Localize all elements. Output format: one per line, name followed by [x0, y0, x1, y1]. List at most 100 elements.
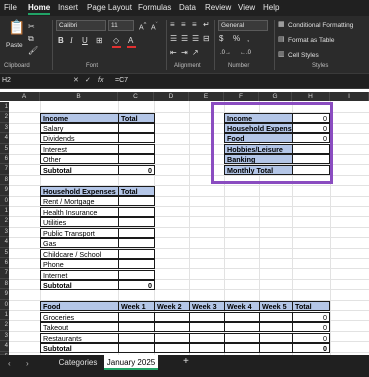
cell[interactable]: Subtotal — [40, 343, 119, 354]
cell[interactable]: Week 3 — [189, 301, 225, 312]
increase-decimal-icon[interactable]: .0→ — [220, 48, 231, 58]
cell[interactable]: Week 2 — [154, 301, 190, 312]
cell[interactable]: Takeout — [40, 322, 119, 333]
cell[interactable]: Total — [118, 113, 155, 124]
row-header[interactable]: 2 — [0, 320, 9, 331]
align-left-icon[interactable]: ☰ — [170, 34, 177, 44]
font-name-select[interactable]: Calibri — [56, 20, 106, 31]
increase-font-icon[interactable]: A^ — [139, 20, 146, 33]
menu-tab-data[interactable]: Data — [179, 3, 196, 12]
cell[interactable]: Income — [224, 113, 293, 124]
cell[interactable]: Week 4 — [224, 301, 260, 312]
column-header-e[interactable]: E — [189, 92, 224, 101]
format-as-table-button[interactable]: Format as Table — [288, 37, 334, 44]
cell[interactable]: Household Expenses — [40, 186, 119, 197]
cell[interactable]: 0 — [292, 133, 330, 144]
cell[interactable] — [259, 322, 293, 333]
enter-icon[interactable]: ✓ — [85, 75, 91, 87]
cell[interactable]: Household Expenses — [224, 123, 293, 134]
row-header[interactable]: 4 — [0, 133, 9, 144]
row-header[interactable]: 8 — [0, 278, 9, 290]
cell[interactable]: Week 1 — [118, 301, 155, 312]
insert-function-icon[interactable]: fx — [98, 75, 103, 87]
font-size-select[interactable]: 11 — [108, 20, 134, 31]
row-header[interactable]: 1 — [0, 310, 9, 321]
cell[interactable] — [118, 238, 155, 249]
cell[interactable] — [189, 322, 225, 333]
cell[interactable] — [118, 322, 155, 333]
row-header[interactable]: 3 — [0, 330, 9, 342]
cell[interactable] — [118, 343, 155, 354]
column-header-h[interactable]: H — [292, 92, 330, 101]
cell[interactable] — [154, 333, 190, 344]
cell[interactable] — [118, 123, 155, 134]
row-header[interactable]: 4 — [0, 341, 9, 352]
number-format-select[interactable]: General — [218, 20, 268, 31]
menu-tab-file[interactable]: File — [4, 3, 17, 12]
cell[interactable]: Health Insurance — [40, 207, 119, 218]
cell[interactable]: Phone — [40, 259, 119, 270]
cell[interactable] — [259, 333, 293, 344]
cell[interactable] — [189, 343, 225, 354]
cell[interactable] — [224, 333, 260, 344]
format-painter-icon[interactable]: 🖌 — [28, 46, 38, 56]
scroll-tabs-left-icon[interactable]: ‹ — [8, 359, 11, 368]
menu-tab-review[interactable]: Review — [205, 3, 231, 12]
menu-tab-help[interactable]: Help — [263, 3, 279, 12]
column-header-f[interactable]: F — [224, 92, 259, 101]
cell[interactable]: Subtotal — [40, 280, 119, 291]
cell[interactable]: Restaurants — [40, 333, 119, 344]
align-middle-icon[interactable]: ≡ — [181, 20, 186, 30]
align-right-icon[interactable]: ☰ — [192, 34, 199, 44]
cell[interactable]: Banking — [224, 154, 293, 165]
cell[interactable]: Gas — [40, 238, 119, 249]
cell[interactable]: 0 — [292, 123, 330, 134]
conditional-formatting-button[interactable]: Conditional Formatting — [288, 22, 353, 29]
cell[interactable] — [224, 343, 260, 354]
row-header[interactable]: 2 — [0, 112, 9, 123]
column-header-i[interactable]: I — [330, 92, 369, 101]
bold-icon[interactable]: B — [58, 36, 64, 46]
row-header[interactable]: 1 — [0, 102, 9, 113]
column-header-d[interactable]: D — [154, 92, 189, 101]
cell[interactable]: Childcare / School — [40, 249, 119, 260]
cell[interactable]: Total — [292, 301, 330, 312]
row-header[interactable]: 9 — [0, 185, 9, 196]
row-header[interactable]: 9 — [0, 289, 9, 300]
column-header-g[interactable]: G — [259, 92, 292, 101]
column-header-a[interactable]: A — [9, 92, 40, 101]
borders-icon[interactable]: ⊞ — [96, 36, 103, 46]
cell[interactable] — [118, 312, 155, 323]
cell[interactable]: 0 — [292, 343, 330, 354]
cell[interactable] — [292, 144, 330, 155]
italic-icon[interactable]: I — [70, 36, 73, 46]
row-header[interactable]: 6 — [0, 258, 9, 269]
cell[interactable]: Week 5 — [259, 301, 293, 312]
add-sheet-button[interactable]: + — [183, 356, 189, 367]
cell[interactable]: Other — [40, 154, 119, 165]
cut-icon[interactable]: ✂ — [28, 22, 35, 32]
cell[interactable]: Hobbies/Leisure — [224, 144, 293, 155]
percent-format-button[interactable]: % — [233, 34, 240, 44]
sheet-tab-january-2025[interactable]: January 2025 — [104, 355, 158, 370]
cell[interactable] — [118, 144, 155, 155]
formula-input[interactable]: =C7 — [115, 75, 128, 87]
cell[interactable]: 0 — [118, 280, 155, 291]
row-header[interactable]: 3 — [0, 226, 9, 238]
column-header-c[interactable]: C — [118, 92, 154, 101]
cell[interactable]: Monthly Total — [224, 165, 293, 176]
decrease-decimal-icon[interactable]: ←.0 — [240, 48, 251, 58]
cell[interactable] — [189, 333, 225, 344]
paste-icon[interactable]: 📋 — [8, 20, 25, 34]
row-header[interactable]: 3 — [0, 122, 9, 134]
row-header[interactable]: 0 — [0, 195, 9, 206]
cell[interactable]: Groceries — [40, 312, 119, 323]
cell[interactable]: Dividends — [40, 133, 119, 144]
menu-tab-insert[interactable]: Insert — [58, 3, 78, 12]
row-header[interactable]: 7 — [0, 164, 9, 175]
cell[interactable] — [118, 133, 155, 144]
decrease-indent-icon[interactable]: ⇤ — [170, 48, 177, 58]
cell[interactable] — [259, 312, 293, 323]
cell[interactable]: 0 — [292, 312, 330, 323]
cell[interactable] — [224, 322, 260, 333]
